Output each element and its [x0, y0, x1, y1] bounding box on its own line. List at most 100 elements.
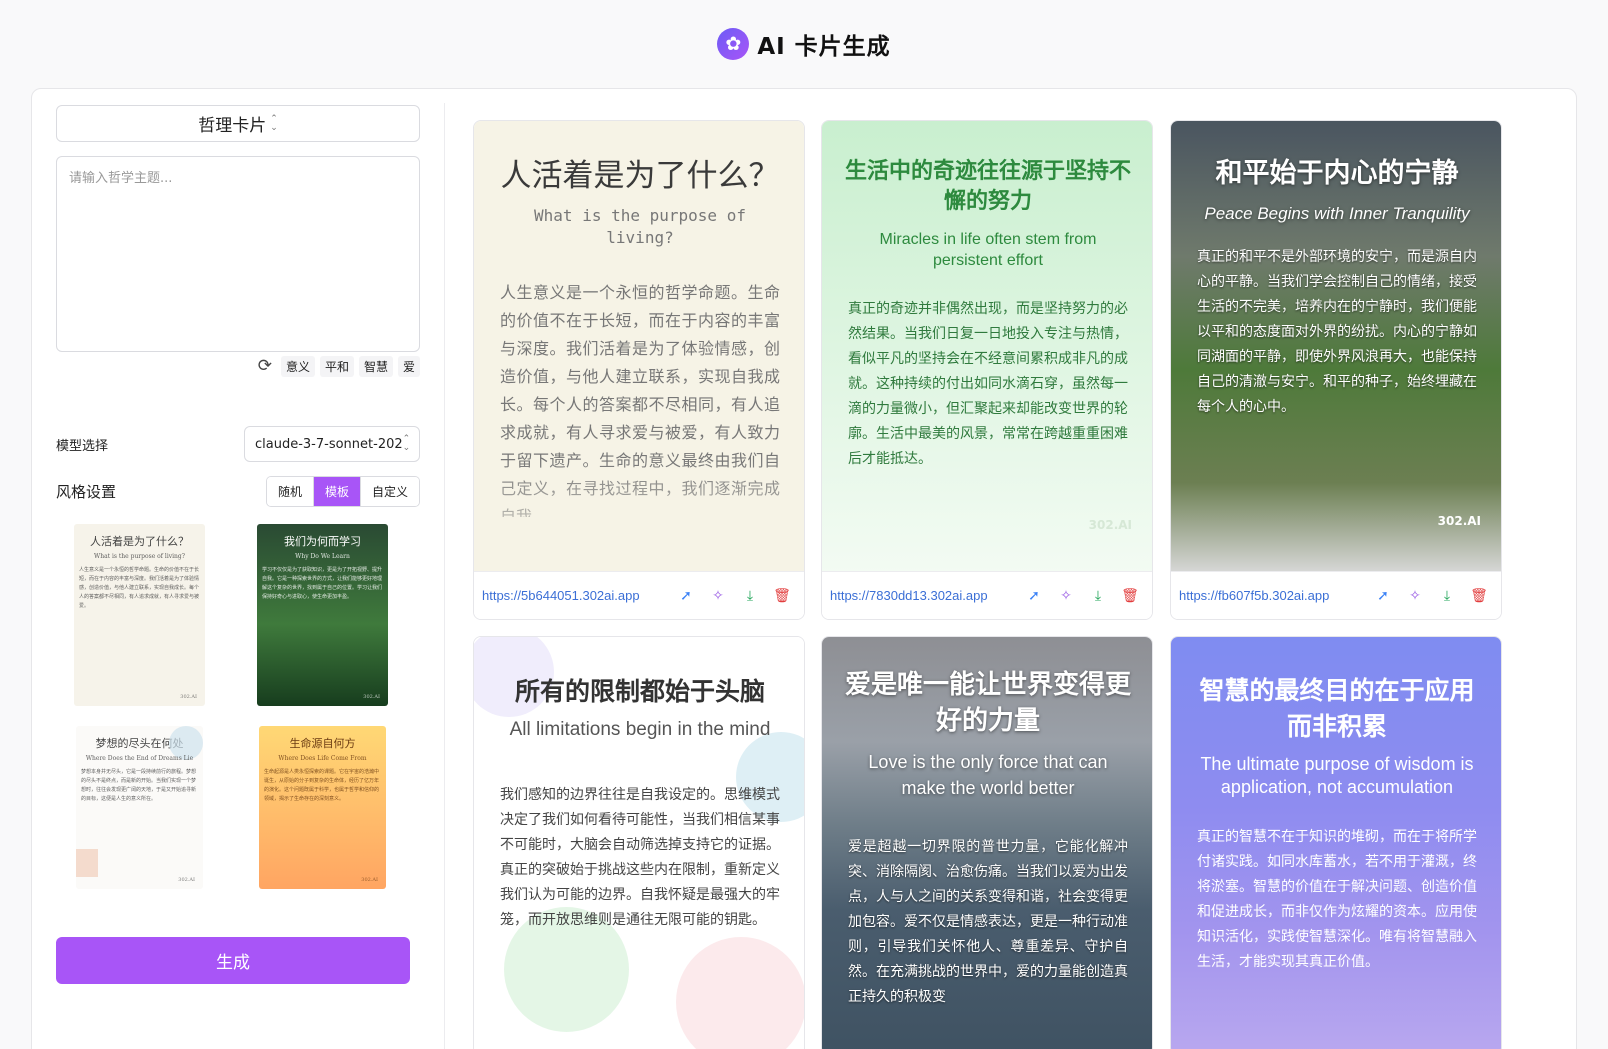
- card-item: 所有的限制都始于头脑 All limitations begin in the …: [473, 636, 805, 1049]
- card-title: 智慧的最终目的在于应用而非积累: [1199, 676, 1475, 741]
- template-title: 我们为何而学习: [284, 535, 361, 548]
- card-subtitle: Miracles in life often stem from persist…: [879, 231, 1097, 269]
- chevron-updown-icon: ⌃ ⌄: [270, 113, 278, 133]
- generate-button[interactable]: 生成: [56, 937, 410, 984]
- card-type-select[interactable]: 哲理卡片 ⌃ ⌄: [56, 105, 420, 142]
- model-row: 模型选择 claude-3-7-sonnet-202 ⌃ ⌄: [56, 426, 420, 462]
- template-mark: 302.AI: [361, 877, 378, 883]
- refresh-icon[interactable]: ⟳: [258, 357, 272, 375]
- card-item: 生活中的奇迹往往源于坚持不懈的努力 Miracles in life often…: [821, 120, 1153, 620]
- topic-chip[interactable]: 意义: [280, 355, 315, 377]
- magic-wand-icon[interactable]: ✧: [1399, 588, 1431, 604]
- style-row: 风格设置 随机 模板 自定义: [56, 476, 420, 507]
- model-label: 模型选择: [56, 438, 109, 454]
- card-body: 爱是超越一切界限的普世力量，它能化解冲突、消除隔阂、治愈伤痛。当我们以爱为出发点…: [848, 839, 1128, 1005]
- card-type-value: 哲理卡片: [198, 116, 267, 136]
- trash-icon[interactable]: 🗑: [1463, 588, 1495, 604]
- card-item: 和平始于内心的宁静 Peace Begins with Inner Tranqu…: [1170, 120, 1502, 620]
- card-footer: https://5b644051.302ai.app ➚ ✧ ⤓ 🗑: [474, 571, 804, 619]
- card-title: 生活中的奇迹往往源于坚持不懈的努力: [844, 159, 1131, 214]
- decor-square: [76, 849, 98, 877]
- card-link[interactable]: https://fb607f5b.302ai.app: [1179, 588, 1367, 603]
- topic-chip[interactable]: 智慧: [358, 355, 393, 377]
- card-mark: 302.AI: [1437, 514, 1481, 528]
- card-body: 真正的和平不是外部环境的安宁，而是源自内心的平静。当我们学会控制自己的情绪，接受…: [1197, 249, 1477, 415]
- card-subtitle: Love is the only force that can make the…: [868, 752, 1108, 798]
- card-image[interactable]: 智慧的最终目的在于应用而非积累 The ultimate purpose of …: [1171, 637, 1501, 1049]
- decor-circle: [676, 937, 804, 1049]
- card-title: 所有的限制都始于头脑: [514, 677, 765, 706]
- chevron-updown-icon: ⌃ ⌄: [402, 434, 411, 453]
- rocket-icon[interactable]: ➚: [1367, 588, 1399, 604]
- template-body: 人生意义是一个永恒的哲学命题。生命的价值不在于长短，而在于内容的丰富与深度。我们…: [79, 567, 200, 609]
- rocket-icon[interactable]: ➚: [670, 588, 702, 604]
- divider: [444, 103, 445, 1049]
- topic-chip[interactable]: 爱: [397, 355, 420, 377]
- card-image[interactable]: 人活着是为了什么？ What is the purpose of living?…: [474, 121, 804, 573]
- trash-icon[interactable]: 🗑: [766, 588, 798, 604]
- template-subtitle: Where Does the End of Dreams Lie: [85, 755, 194, 762]
- template-subtitle: What is the purpose of living?: [94, 553, 185, 560]
- model-value: claude-3-7-sonnet-202: [255, 436, 403, 452]
- card-body: 我们感知的边界往往是自我设定的。思维模式决定了我们如何看待可能性，当我们相信某事…: [500, 787, 780, 928]
- card-subtitle: The ultimate purpose of wisdom is applic…: [1200, 754, 1474, 797]
- template-mark: 302.AI: [180, 694, 197, 700]
- card-image[interactable]: 所有的限制都始于头脑 All limitations begin in the …: [474, 637, 804, 1049]
- style-mode-random[interactable]: 随机: [266, 477, 314, 506]
- card-footer: https://7830dd13.302ai.app ➚ ✧ ⤓ 🗑: [822, 571, 1152, 619]
- card-link[interactable]: https://7830dd13.302ai.app: [830, 588, 1018, 603]
- main-panel: 哲理卡片 ⌃⌄ ⟳ 意义 平和 智慧 爱 模型选择 claude-3-7-son…: [31, 88, 1577, 1049]
- card-title: 爱是唯一能让世界变得更好的力量: [844, 670, 1131, 736]
- card-footer: https://fb607f5b.302ai.app ➚ ✧ ⤓ 🗑: [1171, 571, 1501, 619]
- card-subtitle: What is the purpose of living?: [534, 206, 746, 247]
- card-item: 爱是唯一能让世界变得更好的力量 Love is the only force t…: [821, 636, 1153, 1049]
- card-body: 真正的智慧不在于知识的堆砌，而在于将所学付诸实践。如同水库蓄水，若不用于灌溉，终…: [1197, 829, 1477, 970]
- download-icon[interactable]: ⤓: [1431, 588, 1463, 604]
- model-select[interactable]: claude-3-7-sonnet-202 ⌃ ⌄: [244, 426, 420, 462]
- trash-icon[interactable]: 🗑: [1114, 588, 1146, 604]
- download-icon[interactable]: ⤓: [1082, 588, 1114, 604]
- template-body: 学习不仅仅是为了获取知识，更是为了开拓视野、提升自我。它是一种探索世界的方式，让…: [262, 567, 383, 600]
- style-mode-toggle: 随机 模板 自定义: [265, 476, 420, 507]
- download-icon[interactable]: ⤓: [734, 588, 766, 604]
- flower-icon: ✿: [717, 28, 750, 60]
- template-body: 生命起源是人类永恒探索的课题。它在宇宙的浩瀚中诞生，从原始的分子到复杂的生命体，…: [264, 769, 380, 802]
- card-link[interactable]: https://5b644051.302ai.app: [482, 588, 670, 603]
- card-body: 真正的奇迹并非偶然出现，而是坚持努力的必然结果。当我们日复一日地投入专注与热情，…: [848, 301, 1128, 467]
- style-mode-custom[interactable]: 自定义: [360, 477, 419, 506]
- rocket-icon[interactable]: ➚: [1018, 588, 1050, 604]
- app-header: ✿ AI 卡片生成: [0, 0, 1608, 88]
- template-title: 人活着是为了什么？: [90, 535, 189, 548]
- sidebar: 哲理卡片 ⌃⌄ ⟳ 意义 平和 智慧 爱 模型选择 claude-3-7-son…: [56, 105, 420, 984]
- template-thumb[interactable]: 生命源自何方 Where Does Life Come From 生命起源是人类…: [259, 726, 386, 889]
- template-mark: 302.AI: [363, 694, 380, 700]
- magic-wand-icon[interactable]: ✧: [702, 588, 734, 604]
- style-label: 风格设置: [56, 483, 117, 501]
- template-body: 梦想本身并无尽头，它是一段持续前行的旅程。梦想的尽头不是终点，而是新的开始。当我…: [81, 769, 197, 802]
- style-mode-template[interactable]: 模板: [313, 477, 361, 506]
- card-item: 智慧的最终目的在于应用而非积累 The ultimate purpose of …: [1170, 636, 1502, 1049]
- topic-chip[interactable]: 平和: [319, 355, 354, 377]
- template-title: 生命源自何方: [289, 737, 356, 750]
- card-image[interactable]: 生活中的奇迹往往源于坚持不懈的努力 Miracles in life often…: [822, 121, 1152, 573]
- card-subtitle: All limitations begin in the mind: [509, 719, 771, 740]
- template-thumb[interactable]: 我们为何而学习 Why Do We Learn 学习不仅仅是为了获取知识，更是为…: [257, 524, 388, 706]
- topic-input[interactable]: [56, 156, 420, 352]
- card-item: 人活着是为了什么？ What is the purpose of living?…: [473, 120, 805, 620]
- page-title: AI 卡片生成: [757, 34, 891, 60]
- card-title: 和平始于内心的宁静: [1215, 158, 1459, 189]
- magic-wand-icon[interactable]: ✧: [1050, 588, 1082, 604]
- card-image[interactable]: 和平始于内心的宁静 Peace Begins with Inner Tranqu…: [1171, 121, 1501, 573]
- template-subtitle: Why Do We Learn: [295, 553, 350, 560]
- template-thumb[interactable]: 梦想的尽头在何处 Where Does the End of Dreams Li…: [76, 726, 203, 889]
- card-subtitle: Peace Begins with Inner Tranquility: [1204, 204, 1470, 223]
- template-subtitle: Where Does Life Come From: [278, 755, 367, 762]
- fade-overlay: [474, 461, 804, 573]
- quick-topics: ⟳ 意义 平和 智慧 爱: [56, 355, 420, 377]
- card-mark: 302.AI: [1088, 518, 1132, 532]
- card-title: 人活着是为了什么？: [500, 158, 780, 194]
- template-grid: 人活着是为了什么？ What is the purpose of living?…: [56, 524, 420, 904]
- template-thumb[interactable]: 人活着是为了什么？ What is the purpose of living?…: [74, 524, 205, 706]
- template-mark: 302.AI: [178, 877, 195, 883]
- card-image[interactable]: 爱是唯一能让世界变得更好的力量 Love is the only force t…: [822, 637, 1152, 1049]
